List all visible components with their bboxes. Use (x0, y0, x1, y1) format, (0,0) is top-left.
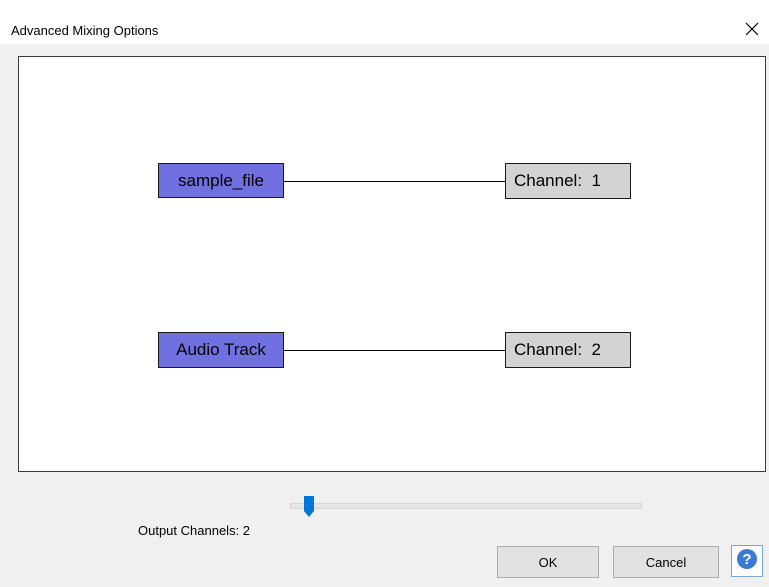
title-bar: Advanced Mixing Options (0, 0, 769, 44)
close-button[interactable] (735, 14, 769, 44)
track-box-sample-file[interactable]: sample_file (158, 163, 284, 198)
ok-button[interactable]: OK (497, 546, 599, 578)
slider-thumb-icon[interactable] (303, 496, 315, 518)
help-button[interactable]: ? (731, 545, 763, 577)
mixing-canvas[interactable]: sample_file Channel: 1 Audio Track Chann… (18, 56, 766, 472)
channel-connection-line (284, 350, 505, 351)
track-label: sample_file (178, 170, 264, 190)
cancel-button-label: Cancel (645, 554, 687, 570)
output-channels-label: Output Channels: 2 (138, 523, 251, 538)
window-title: Advanced Mixing Options (11, 23, 159, 38)
cancel-button[interactable]: Cancel (613, 546, 719, 578)
slider-track (290, 503, 642, 509)
ok-button-label: OK (538, 554, 558, 570)
track-box-audio-track[interactable]: Audio Track (158, 332, 284, 368)
output-channels-slider[interactable] (290, 496, 642, 524)
channel-connection-line (284, 181, 505, 182)
channel-box-2[interactable]: Channel: 2 (505, 332, 631, 368)
close-icon (745, 22, 759, 36)
help-glyph: ? (742, 551, 751, 568)
channel-box-1[interactable]: Channel: 1 (505, 163, 631, 199)
advanced-mixing-dialog: Advanced Mixing Options sample_file Chan… (0, 0, 769, 587)
help-icon: ? (736, 548, 758, 575)
channel-label: Channel: 2 (514, 340, 601, 359)
track-label: Audio Track (176, 340, 266, 359)
channel-label: Channel: 1 (514, 171, 601, 190)
